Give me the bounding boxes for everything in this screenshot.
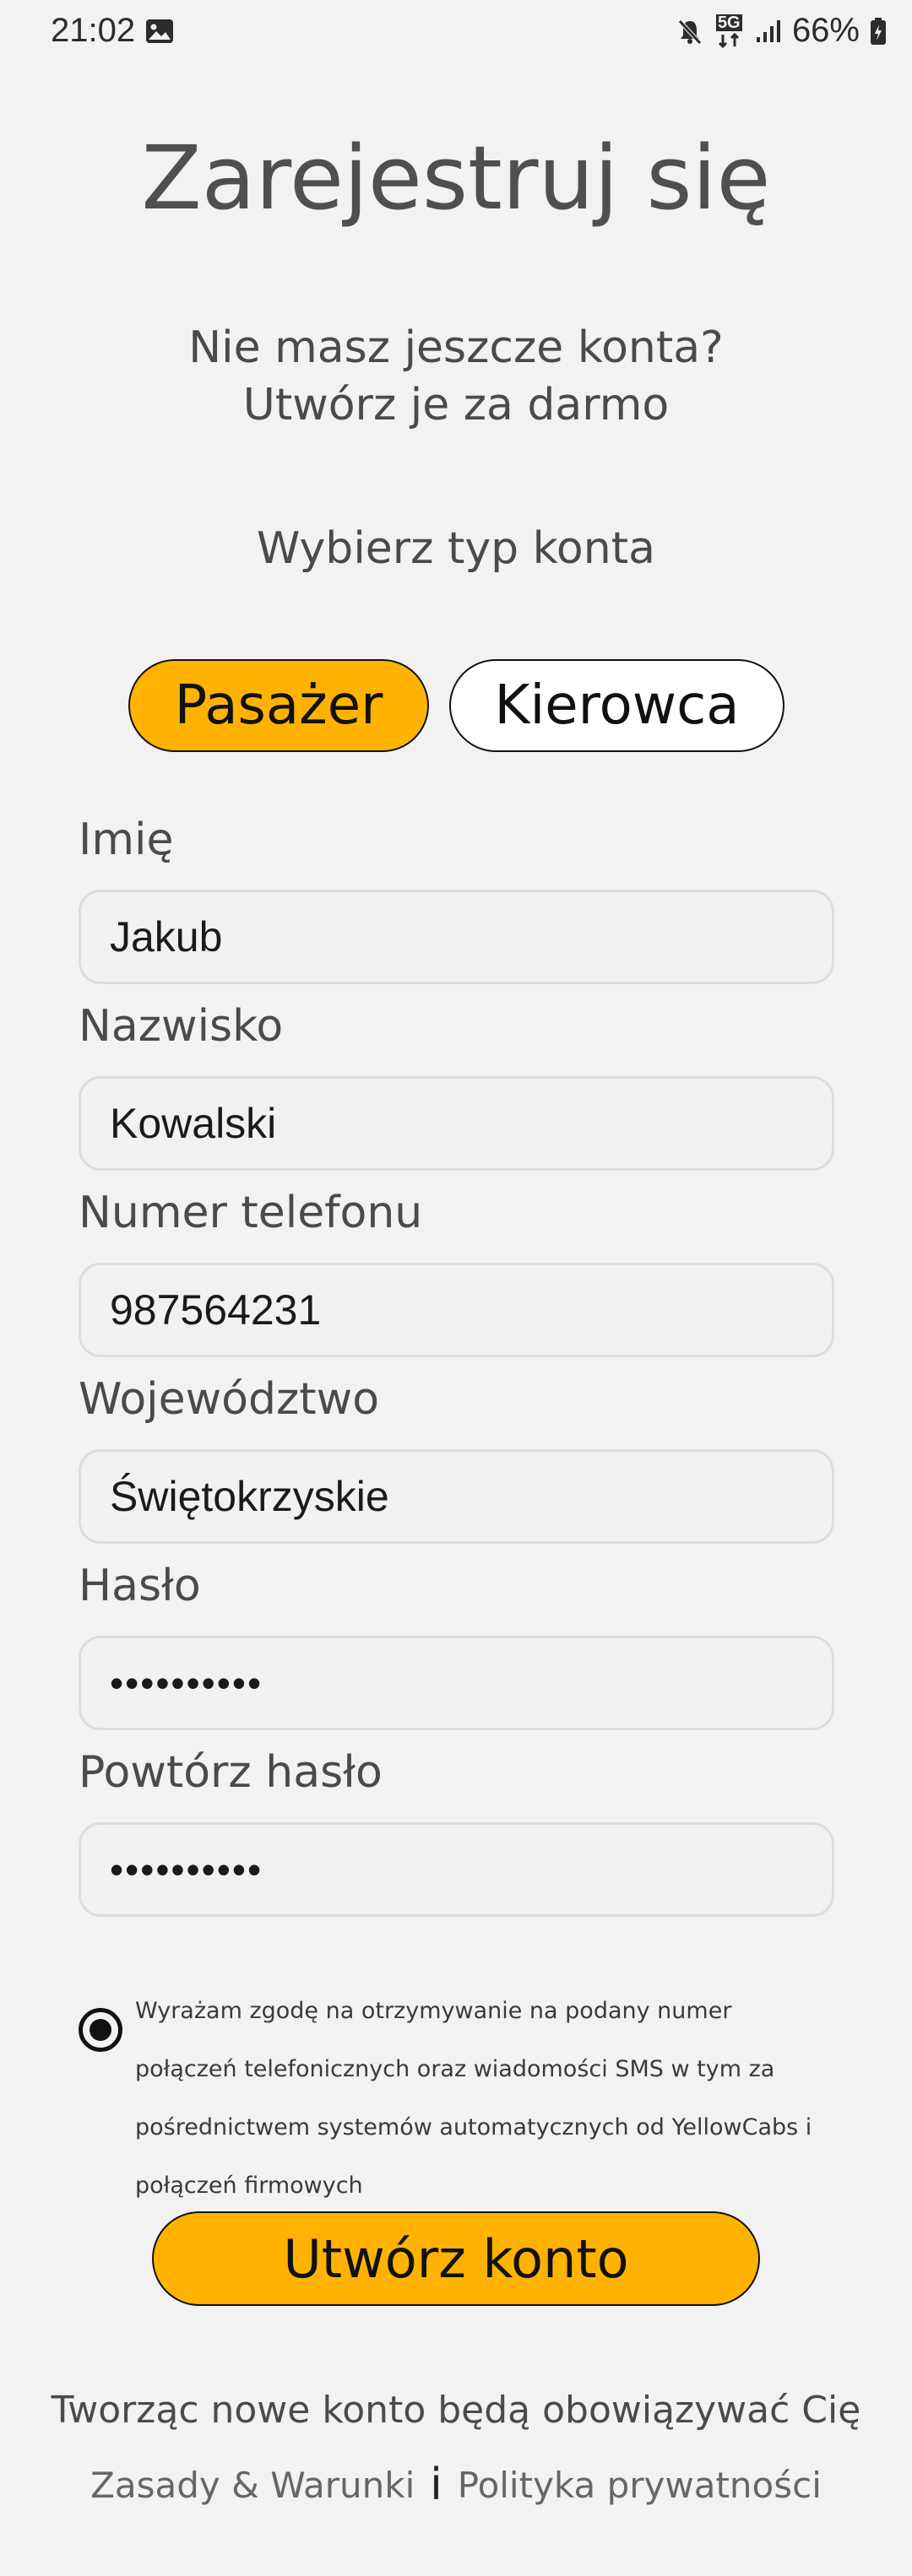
status-indicators: 5G 66% — [676, 12, 887, 50]
gallery-icon — [145, 19, 174, 44]
signal-icon — [755, 19, 782, 44]
phone-label: Numer telefonu — [79, 1188, 423, 1238]
status-time: 21:02 — [51, 12, 136, 49]
last-name-label: Nazwisko — [79, 1001, 284, 1052]
footer-notice: Tworząc nowe konto będą obowiązywać Cię — [51, 2389, 861, 2432]
network-5g-icon: 5G — [714, 14, 745, 48]
network-label: 5G — [715, 13, 742, 32]
account-type-passenger-button[interactable]: Pasażer — [128, 659, 429, 752]
password-repeat-field[interactable]: •••••••••• — [79, 1822, 834, 1917]
radio-selected-dot — [90, 2019, 111, 2041]
consent-text: Wyrażam zgodę na otrzymywanie na podany … — [135, 1998, 812, 2199]
privacy-policy-link[interactable]: Polityka prywatności — [458, 2465, 822, 2506]
province-field[interactable]: Świętokrzyskie — [79, 1449, 834, 1544]
footer-separator: i — [430, 2460, 442, 2510]
terms-link[interactable]: Zasady & Warunki — [90, 2465, 415, 2506]
password-field[interactable]: •••••••••• — [79, 1636, 834, 1730]
first-name-field[interactable]: Jakub — [79, 890, 834, 984]
province-label: Województwo — [79, 1374, 380, 1425]
create-account-button[interactable]: Utwórz konto — [152, 2211, 760, 2306]
phone-field[interactable]: 987564231 — [79, 1263, 834, 1357]
first-name-label: Imię — [79, 814, 174, 865]
page-title: Zarejestruj się — [141, 127, 771, 230]
last-name-field[interactable]: Kowalski — [79, 1076, 834, 1171]
battery-label: 66% — [791, 12, 860, 49]
account-type-label: Wybierz typ konta — [257, 523, 655, 574]
consent-radio-button[interactable] — [79, 2008, 122, 2052]
mute-icon — [676, 17, 704, 46]
subtitle-line-2: Utwórz je za darmo — [242, 380, 670, 430]
footer-links: Zasady & Warunki i Polityka prywatności — [0, 2458, 912, 2510]
account-type-driver-button[interactable]: Kierowca — [449, 659, 784, 752]
subtitle-line-1: Nie masz jeszcze konta? — [188, 322, 724, 373]
page-subtitle: Nie masz jeszcze konta? Utwórz je za dar… — [0, 319, 912, 434]
password-repeat-label: Powtórz hasło — [79, 1747, 383, 1798]
password-label: Hasło — [79, 1561, 201, 1611]
battery-icon — [870, 17, 887, 46]
